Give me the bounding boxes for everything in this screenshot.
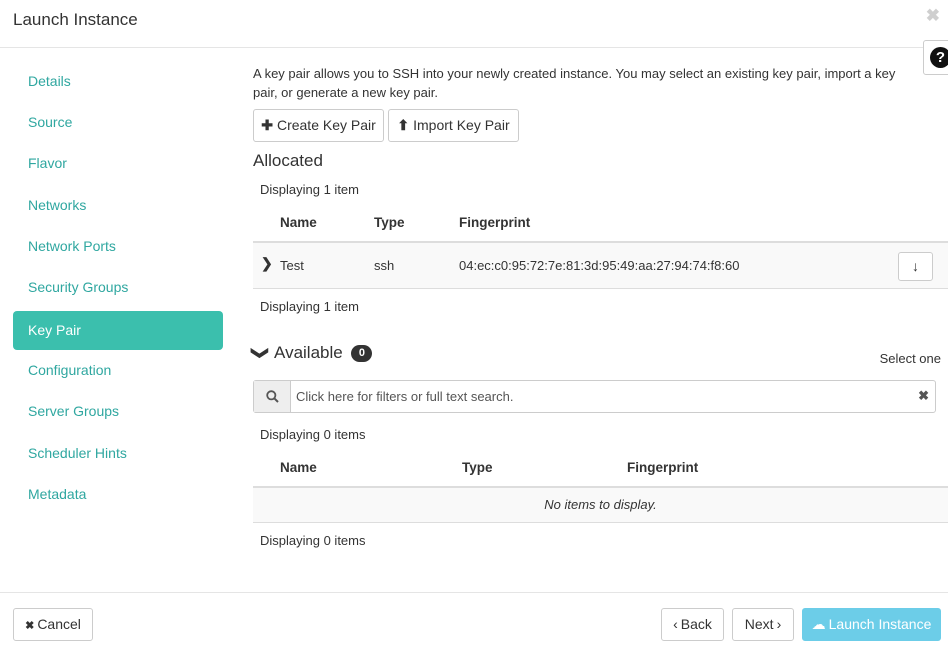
cloud-upload-icon: ☁ [811, 616, 826, 632]
next-button[interactable]: Next › [732, 608, 794, 641]
modal-header: Launch Instance ✖ [0, 0, 948, 48]
column-header-type: Type [462, 460, 493, 475]
create-key-pair-label: Create Key Pair [276, 117, 376, 133]
sidebar-item-configuration[interactable]: Configuration [13, 351, 223, 390]
question-circle-icon: ? [930, 47, 948, 68]
chevron-down-icon: ❯ [251, 345, 271, 361]
key-pair-type: ssh [374, 258, 395, 273]
create-key-pair-button[interactable]: ✚ Create Key Pair [253, 109, 384, 142]
modal-title: Launch Instance [13, 10, 138, 29]
help-button[interactable]: ? [923, 40, 948, 75]
deallocate-button[interactable]: ↓ [898, 252, 933, 281]
import-key-pair-label: Import Key Pair [413, 117, 510, 133]
column-header-fingerprint: Fingerprint [627, 460, 699, 475]
arrow-down-icon: ↓ [912, 258, 919, 274]
back-button[interactable]: ‹ Back [661, 608, 724, 641]
allocated-table-header: Name Type Fingerprint [253, 203, 948, 243]
cancel-label: Cancel [37, 616, 81, 632]
chevron-right-icon[interactable]: ❯ [261, 255, 273, 272]
column-header-name: Name [280, 215, 317, 230]
intro-text: A key pair allows you to SSH into your n… [253, 66, 896, 100]
sidebar-item-scheduler-hints[interactable]: Scheduler Hints [13, 434, 223, 473]
available-table-header: Name Type Fingerprint [253, 448, 948, 488]
launch-instance-label: Launch Instance [828, 616, 932, 632]
sidebar-item-metadata[interactable]: Metadata [13, 475, 223, 514]
cancel-button[interactable]: ✖ Cancel [13, 608, 93, 641]
next-label: Next [744, 616, 774, 632]
back-label: Back [680, 616, 712, 632]
sidebar-item-security-groups[interactable]: Security Groups [13, 268, 223, 307]
sidebar-item-flavor[interactable]: Flavor [13, 144, 223, 183]
column-header-fingerprint: Fingerprint [459, 215, 531, 230]
empty-table-message: No items to display. [253, 488, 948, 523]
close-icon: ✖ [25, 620, 35, 632]
sidebar-item-source[interactable]: Source [13, 103, 223, 142]
available-count-badge: 0 [351, 345, 373, 362]
sidebar-item-key-pair[interactable]: Key Pair [13, 311, 223, 350]
available-count-top: Displaying 0 items [260, 427, 366, 442]
chevron-right-icon: › [776, 616, 782, 632]
plus-icon: ✚ [261, 117, 273, 133]
search-bar: ✖ [253, 380, 936, 413]
chevron-left-icon: ‹ [673, 616, 678, 632]
launch-instance-button[interactable]: ☁ Launch Instance [802, 608, 941, 641]
import-key-pair-button[interactable]: ⬆ Import Key Pair [388, 109, 519, 142]
close-icon[interactable]: ✖ [926, 6, 940, 26]
allocated-count-top: Displaying 1 item [260, 182, 359, 197]
available-count-bottom: Displaying 0 items [260, 533, 366, 548]
available-title[interactable]: ❯ Available 0 [251, 343, 373, 363]
sidebar-item-network-ports[interactable]: Network Ports [13, 227, 223, 266]
allocated-title: Allocated [253, 151, 323, 170]
upload-icon: ⬆ [397, 117, 410, 133]
modal-footer: ✖ Cancel ‹ Back Next › ☁ Launch Instance [0, 592, 948, 645]
available-label: Available [274, 343, 343, 362]
clear-search-icon[interactable]: ✖ [918, 388, 929, 404]
sidebar-item-server-groups[interactable]: Server Groups [13, 392, 223, 431]
sidebar-item-details[interactable]: Details [13, 62, 223, 101]
column-header-name: Name [280, 460, 317, 475]
column-header-type: Type [374, 215, 405, 230]
allocated-count-bottom: Displaying 1 item [260, 299, 359, 314]
select-one-hint: Select one [879, 351, 941, 366]
key-pair-fingerprint: 04:ec:c0:95:72:7e:81:3d:95:49:aa:27:94:7… [459, 258, 740, 273]
key-pair-name: Test [280, 258, 304, 273]
search-input[interactable] [296, 386, 896, 407]
sidebar-item-networks[interactable]: Networks [13, 186, 223, 225]
search-icon [254, 381, 291, 412]
table-row: ❯ Test ssh 04:ec:c0:95:72:7e:81:3d:95:49… [253, 243, 948, 289]
